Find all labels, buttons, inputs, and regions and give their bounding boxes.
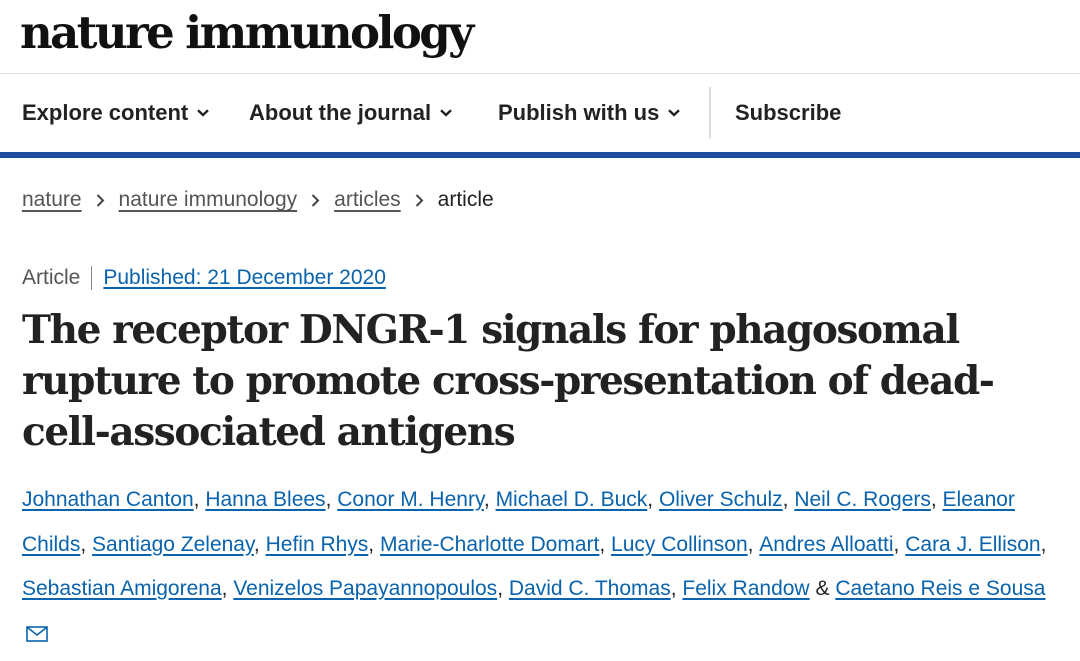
nav-publish-with-us-label: Publish with us xyxy=(498,100,660,125)
article-type: Article xyxy=(22,266,93,290)
article-meta: Article Published: 21 December 2020 xyxy=(22,266,386,290)
author-link[interactable]: Oliver Schulz xyxy=(659,488,783,511)
author-item: Venizelos Papayannopoulos, xyxy=(233,577,509,600)
author-link[interactable]: Lucy Collinson xyxy=(611,533,748,556)
author-list: Johnathan Canton, Hanna Blees, Conor M. … xyxy=(22,478,1067,658)
main-nav: Explore content About the journal Publis… xyxy=(0,74,1080,152)
author-item: Neil C. Rogers, xyxy=(794,488,943,511)
author-link[interactable]: Felix Randow xyxy=(682,577,809,600)
chevron-down-icon xyxy=(668,109,681,117)
author-link[interactable]: Cara J. Ellison xyxy=(905,533,1040,556)
nav-explore-content-label: Explore content xyxy=(22,100,189,125)
accent-rule xyxy=(0,152,1080,158)
nav-publish-with-us[interactable]: Publish with us xyxy=(498,74,681,152)
mail-icon[interactable] xyxy=(26,614,48,659)
breadcrumb-nature[interactable]: nature xyxy=(22,188,82,212)
author-link[interactable]: Andres Alloatti xyxy=(759,533,893,556)
author-item: Felix Randow & xyxy=(682,577,835,600)
nav-subscribe[interactable]: Subscribe xyxy=(735,74,841,152)
author-item: David C. Thomas, xyxy=(508,577,683,600)
breadcrumb-current: article xyxy=(437,188,494,211)
author-item: Hefin Rhys, xyxy=(265,532,380,556)
nav-subscribe-label: Subscribe xyxy=(735,100,842,125)
author-link[interactable]: Johnathan Canton xyxy=(22,488,194,511)
breadcrumb-nature-immunology[interactable]: nature immunology xyxy=(119,188,298,212)
breadcrumb-articles[interactable]: articles xyxy=(334,188,401,212)
journal-logo[interactable]: nature immunology xyxy=(20,6,474,59)
chevron-down-icon xyxy=(440,109,452,117)
author-item: Andres Alloatti, xyxy=(759,532,906,556)
author-link[interactable]: Hefin Rhys xyxy=(266,533,369,556)
chevron-right-icon xyxy=(415,193,424,207)
published-date-link[interactable]: Published: 21 December 2020 xyxy=(103,266,386,290)
article-title: The receptor DNGR-1 signals for phagosom… xyxy=(22,307,995,455)
author-link[interactable]: Hanna Blees xyxy=(205,488,325,511)
author-link[interactable]: David C. Thomas xyxy=(509,577,671,600)
nav-divider xyxy=(709,87,711,139)
author-link[interactable]: Conor M. Henry xyxy=(337,488,484,511)
author-link[interactable]: Michael D. Buck xyxy=(496,488,648,511)
author-item: Sebastian Amigorena, xyxy=(22,577,234,600)
author-item: Johnathan Canton, xyxy=(22,488,206,511)
breadcrumb: nature nature immunology articles articl… xyxy=(22,188,494,212)
author-item: Lucy Collinson, xyxy=(611,532,760,556)
nav-about-journal[interactable]: About the journal xyxy=(249,74,452,152)
author-link[interactable]: Marie-Charlotte Domart xyxy=(380,533,599,556)
author-item: Michael D. Buck, xyxy=(495,488,659,511)
author-item: Hanna Blees, xyxy=(205,488,338,511)
author-link[interactable]: Venizelos Papayannopoulos xyxy=(233,577,497,600)
chevron-down-icon xyxy=(197,109,210,117)
author-item: Santiago Zelenay, xyxy=(92,532,266,556)
author-item: Oliver Schulz, xyxy=(658,488,795,511)
nav-explore-content[interactable]: Explore content xyxy=(22,74,210,152)
author-joiner: & xyxy=(815,577,830,600)
author-item: Cara J. Ellison, xyxy=(905,532,1047,556)
author-link[interactable]: Santiago Zelenay xyxy=(92,533,254,556)
masthead: nature immunology xyxy=(0,0,1080,74)
author-link[interactable]: Caetano Reis e Sousa xyxy=(835,577,1045,600)
nav-about-journal-label: About the journal xyxy=(249,100,432,125)
author-link[interactable]: Neil C. Rogers xyxy=(794,488,931,511)
chevron-right-icon xyxy=(96,193,105,207)
author-item: Conor M. Henry, xyxy=(337,488,496,511)
author-item: Marie-Charlotte Domart, xyxy=(379,532,612,556)
chevron-right-icon xyxy=(311,193,320,207)
author-link[interactable]: Sebastian Amigorena xyxy=(22,577,222,600)
